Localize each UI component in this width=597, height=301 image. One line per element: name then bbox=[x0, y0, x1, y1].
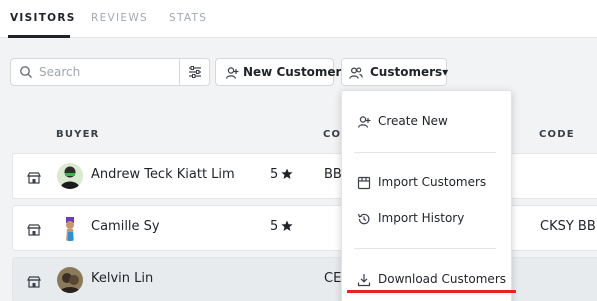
customers-dropdown-button[interactable]: Customers▾ bbox=[341, 58, 449, 86]
star-icon bbox=[281, 168, 293, 179]
menu-item-label: Create New bbox=[378, 114, 448, 128]
avatar bbox=[57, 267, 83, 293]
new-customer-label: New Customer bbox=[243, 65, 342, 79]
tab-visitors[interactable]: VISITORS bbox=[10, 12, 76, 24]
store-icon bbox=[27, 172, 41, 184]
avatar bbox=[57, 215, 83, 241]
search-box: Search bbox=[10, 58, 210, 86]
tab-bar: VISITORS REVIEWS STATS bbox=[0, 0, 597, 38]
filter-button[interactable] bbox=[179, 59, 209, 85]
highlight-underline bbox=[347, 290, 516, 293]
download-icon bbox=[357, 274, 371, 287]
company-value: BB bbox=[324, 167, 342, 182]
rating-value: 5 bbox=[270, 167, 279, 182]
people-icon bbox=[349, 67, 363, 79]
buyer-name: Kelvin Lin bbox=[91, 271, 154, 286]
menu-divider bbox=[354, 248, 496, 249]
menu-item-label: Import History bbox=[378, 211, 465, 225]
add-person-icon bbox=[357, 116, 371, 128]
column-header-buyer[interactable]: BUYER bbox=[56, 129, 100, 140]
import-icon bbox=[357, 176, 371, 190]
store-icon bbox=[27, 276, 41, 288]
menu-item-import-history[interactable]: Import History bbox=[342, 206, 511, 232]
menu-divider bbox=[354, 152, 496, 153]
menu-item-label: Download Customers bbox=[378, 272, 507, 286]
company-value: CE bbox=[324, 271, 342, 286]
active-tab-indicator bbox=[8, 35, 70, 38]
store-icon bbox=[27, 224, 41, 236]
avatar bbox=[57, 163, 83, 189]
customers-dropdown-label: Customers▾ bbox=[370, 65, 449, 79]
column-header-company[interactable]: CO bbox=[323, 129, 341, 140]
history-icon bbox=[357, 213, 370, 225]
buyer-name: Andrew Teck Kiatt Lim bbox=[91, 167, 235, 182]
add-person-icon bbox=[225, 67, 239, 79]
code-value: CKSY BB bbox=[540, 219, 596, 234]
customers-dropdown-menu: Create New Import Customers Import Histo… bbox=[341, 90, 512, 301]
menu-item-import-customers[interactable]: Import Customers bbox=[342, 170, 511, 196]
new-customer-button[interactable]: New Customer bbox=[215, 58, 341, 86]
buyer-name: Camille Sy bbox=[91, 219, 160, 234]
sliders-icon bbox=[189, 66, 201, 78]
menu-item-label: Import Customers bbox=[378, 175, 487, 189]
tab-reviews[interactable]: REVIEWS bbox=[91, 12, 148, 24]
search-icon bbox=[20, 66, 32, 78]
star-icon bbox=[281, 220, 293, 231]
column-header-code[interactable]: CODE bbox=[539, 129, 575, 140]
tab-stats[interactable]: STATS bbox=[169, 12, 207, 24]
rating-value: 5 bbox=[270, 219, 279, 234]
search-input[interactable]: Search bbox=[39, 65, 80, 79]
menu-item-create-new[interactable]: Create New bbox=[342, 109, 511, 135]
